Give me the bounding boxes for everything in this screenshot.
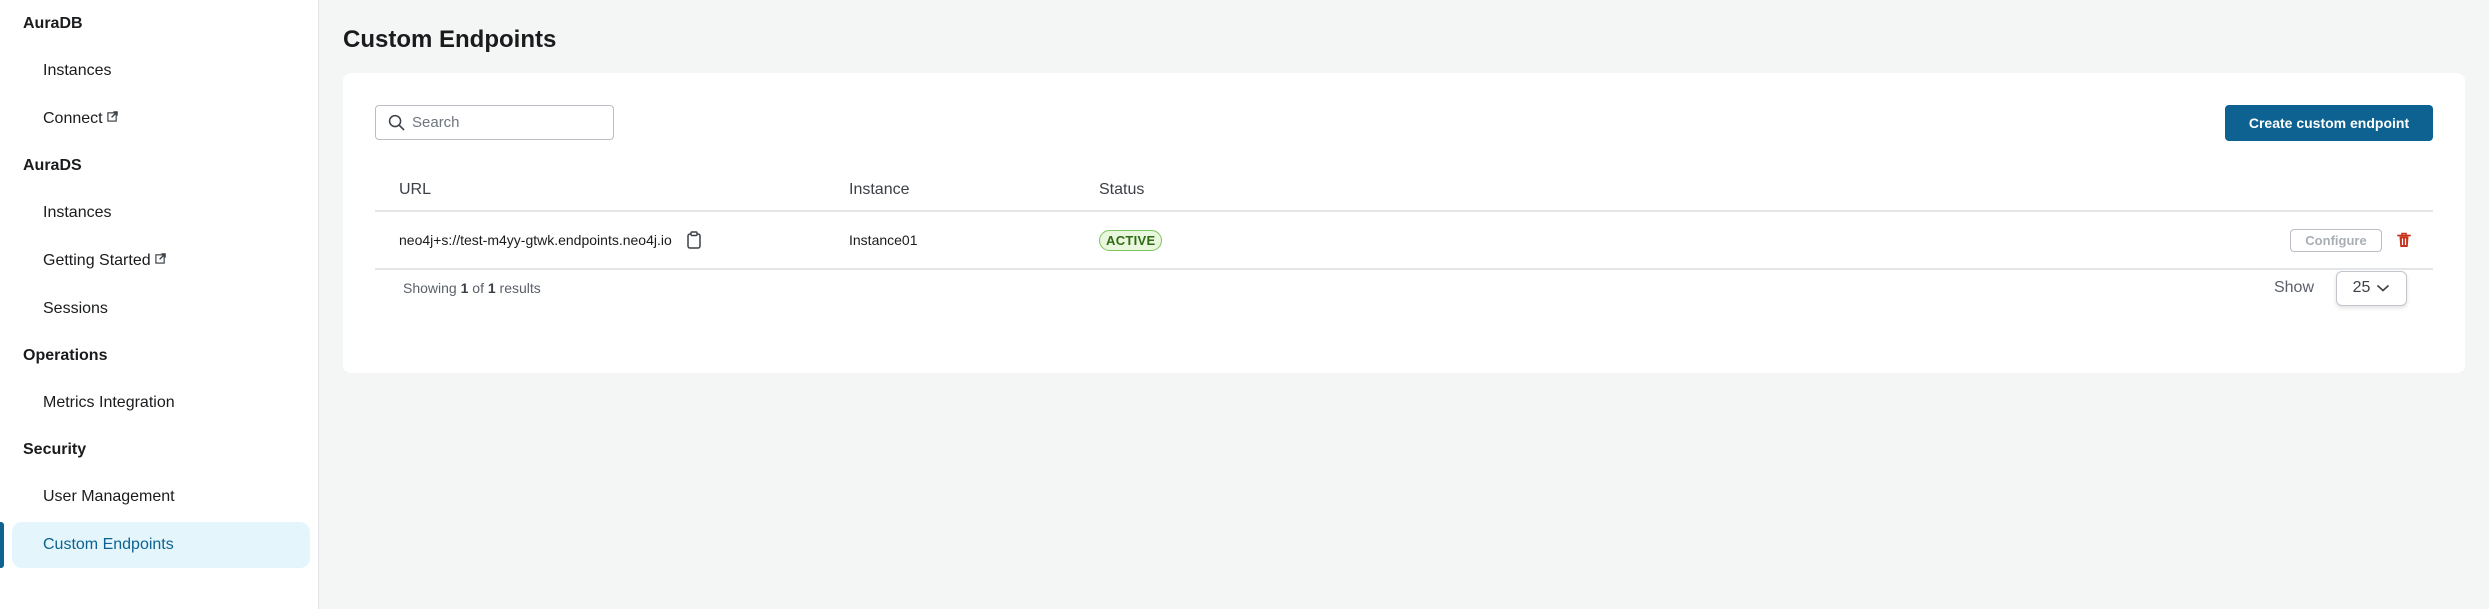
- page-title: Custom Endpoints: [343, 26, 557, 53]
- sidebar-item-label: Custom Endpoints: [43, 536, 174, 553]
- sidebar: AuraDB Instances Connect AuraDS Instance…: [0, 0, 319, 609]
- results-summary: Showing 1 of 1 results: [375, 280, 2274, 296]
- status-cell: ACTIVE: [1099, 229, 2290, 251]
- sidebar-item-label: Instances: [43, 62, 112, 79]
- sidebar-item-auradb-instances[interactable]: Instances: [12, 48, 310, 94]
- external-link-icon: [154, 252, 166, 264]
- sidebar-section-auradb: AuraDB: [23, 15, 83, 32]
- showing-suffix: results: [499, 280, 541, 296]
- sidebar-item-connect[interactable]: Connect: [12, 96, 310, 142]
- search-icon: [388, 114, 405, 131]
- create-custom-endpoint-button[interactable]: Create custom endpoint: [2225, 105, 2433, 141]
- sidebar-item-label: Sessions: [43, 300, 108, 317]
- sidebar-item-aurads-instances[interactable]: Instances: [12, 190, 310, 236]
- sidebar-item-label: Connect: [43, 110, 103, 127]
- url-cell: neo4j+s://test-m4yy-gtwk.endpoints.neo4j…: [375, 231, 849, 249]
- sidebar-section-security: Security: [23, 441, 87, 458]
- showing-of: of: [472, 280, 484, 296]
- sidebar-item-custom-endpoints[interactable]: Custom Endpoints: [0, 522, 310, 568]
- row-actions: Configure: [2290, 228, 2433, 252]
- showing-prefix: Showing: [403, 280, 457, 296]
- trash-icon[interactable]: [2397, 232, 2411, 248]
- sidebar-item-label: Instances: [43, 204, 112, 221]
- column-header-instance[interactable]: Instance: [849, 181, 1099, 199]
- configure-button[interactable]: Configure: [2290, 228, 2382, 252]
- search-field[interactable]: [375, 105, 614, 140]
- main-content: Custom Endpoints Create custom endpoint …: [319, 0, 2489, 609]
- sidebar-item-label: User Management: [43, 488, 175, 505]
- page-size-label: Show: [2273, 279, 2314, 296]
- sidebar-item-label: Metrics Integration: [43, 394, 175, 411]
- sidebar-item-getting-started[interactable]: Getting Started: [12, 238, 310, 284]
- sidebar-item-user-management[interactable]: User Management: [12, 474, 310, 520]
- endpoint-url: neo4j+s://test-m4yy-gtwk.endpoints.neo4j…: [399, 232, 672, 248]
- showing-total: 1: [487, 280, 496, 296]
- sidebar-section-operations: Operations: [23, 347, 108, 364]
- endpoints-table: URL Instance Status neo4j+s://test-m4yy-…: [375, 169, 2433, 270]
- table-footer: Showing 1 of 1 results Show 25: [375, 263, 2433, 313]
- sidebar-item-metrics-integration[interactable]: Metrics Integration: [12, 380, 310, 426]
- chevron-down-icon: [2377, 284, 2390, 292]
- status-badge: ACTIVE: [1099, 229, 1163, 251]
- column-header-status[interactable]: Status: [1099, 181, 2433, 199]
- page-size-select[interactable]: 25: [2336, 270, 2407, 306]
- instance-cell: Instance01: [849, 232, 918, 248]
- app: AuraDB Instances Connect AuraDS Instance…: [0, 0, 2489, 609]
- showing-from: 1: [460, 280, 469, 296]
- page-size-value: 25: [2352, 279, 2371, 296]
- sidebar-item-sessions[interactable]: Sessions: [12, 286, 310, 332]
- sidebar-item-label: Getting Started: [43, 252, 151, 269]
- table-header: URL Instance Status: [375, 169, 2433, 212]
- table-row: neo4j+s://test-m4yy-gtwk.endpoints.neo4j…: [375, 212, 2433, 270]
- endpoints-card: Create custom endpoint URL Instance Stat…: [343, 73, 2465, 373]
- clipboard-icon[interactable]: [686, 231, 702, 249]
- external-link-icon: [106, 110, 118, 122]
- search-input[interactable]: [412, 114, 602, 131]
- column-header-url[interactable]: URL: [375, 181, 849, 199]
- sidebar-section-aurads: AuraDS: [23, 157, 82, 174]
